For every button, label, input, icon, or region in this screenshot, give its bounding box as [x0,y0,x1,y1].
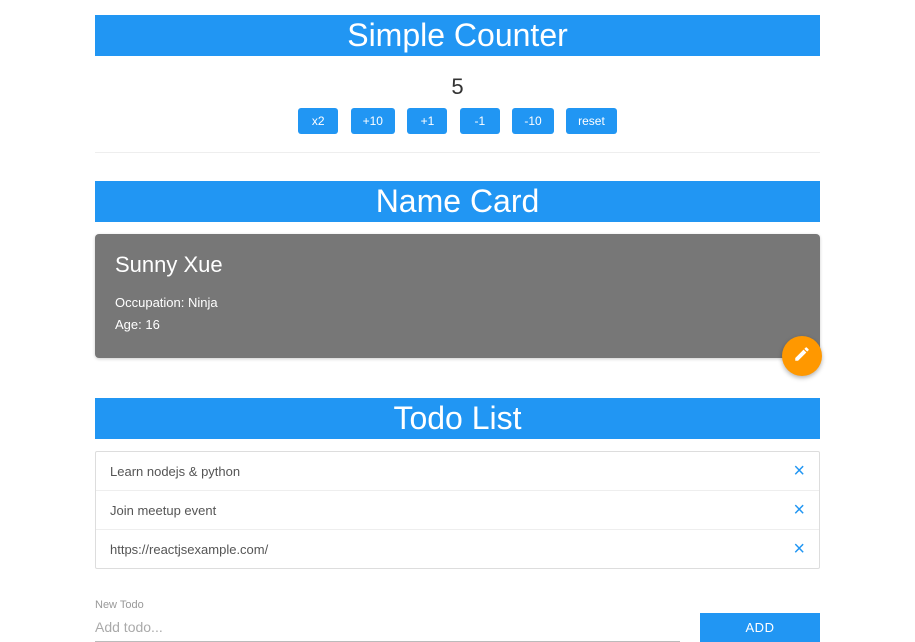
todo-item: Learn nodejs & python × [96,452,819,491]
minus1-button[interactable]: -1 [460,108,500,134]
todo-text: Learn nodejs & python [110,464,240,479]
pencil-icon [793,345,811,368]
edit-button[interactable] [782,336,822,376]
namecard-title: Name Card [95,181,820,222]
reset-button[interactable]: reset [566,108,617,134]
plus1-button[interactable]: +1 [407,108,447,134]
close-icon[interactable]: × [793,500,805,520]
minus10-button[interactable]: -10 [512,108,553,134]
todo-text: https://reactjsexample.com/ [110,542,268,557]
card-age: Age: 16 [115,314,800,336]
todo-title: Todo List [95,398,820,439]
counter-value: 5 [95,74,820,100]
add-button[interactable]: ADD [700,613,820,642]
card-occupation: Occupation: Ninja [115,292,800,314]
close-icon[interactable]: × [793,461,805,481]
todo-text: Join meetup event [110,503,216,518]
todo-item: Join meetup event × [96,491,819,530]
todo-input-label: New Todo [95,599,680,611]
todo-list: Learn nodejs & python × Join meetup even… [95,451,820,569]
todo-item: https://reactjsexample.com/ × [96,530,819,568]
close-icon[interactable]: × [793,539,805,559]
todo-input-row: New Todo ADD [95,599,820,642]
counter-button-row: x2 +10 +1 -1 -10 reset [95,108,820,152]
plus10-button[interactable]: +10 [351,108,395,134]
counter-title: Simple Counter [95,15,820,56]
name-card: Sunny Xue Occupation: Ninja Age: 16 [95,234,820,358]
card-name: Sunny Xue [115,252,800,278]
todo-input[interactable] [95,613,680,642]
x2-button[interactable]: x2 [298,108,338,134]
